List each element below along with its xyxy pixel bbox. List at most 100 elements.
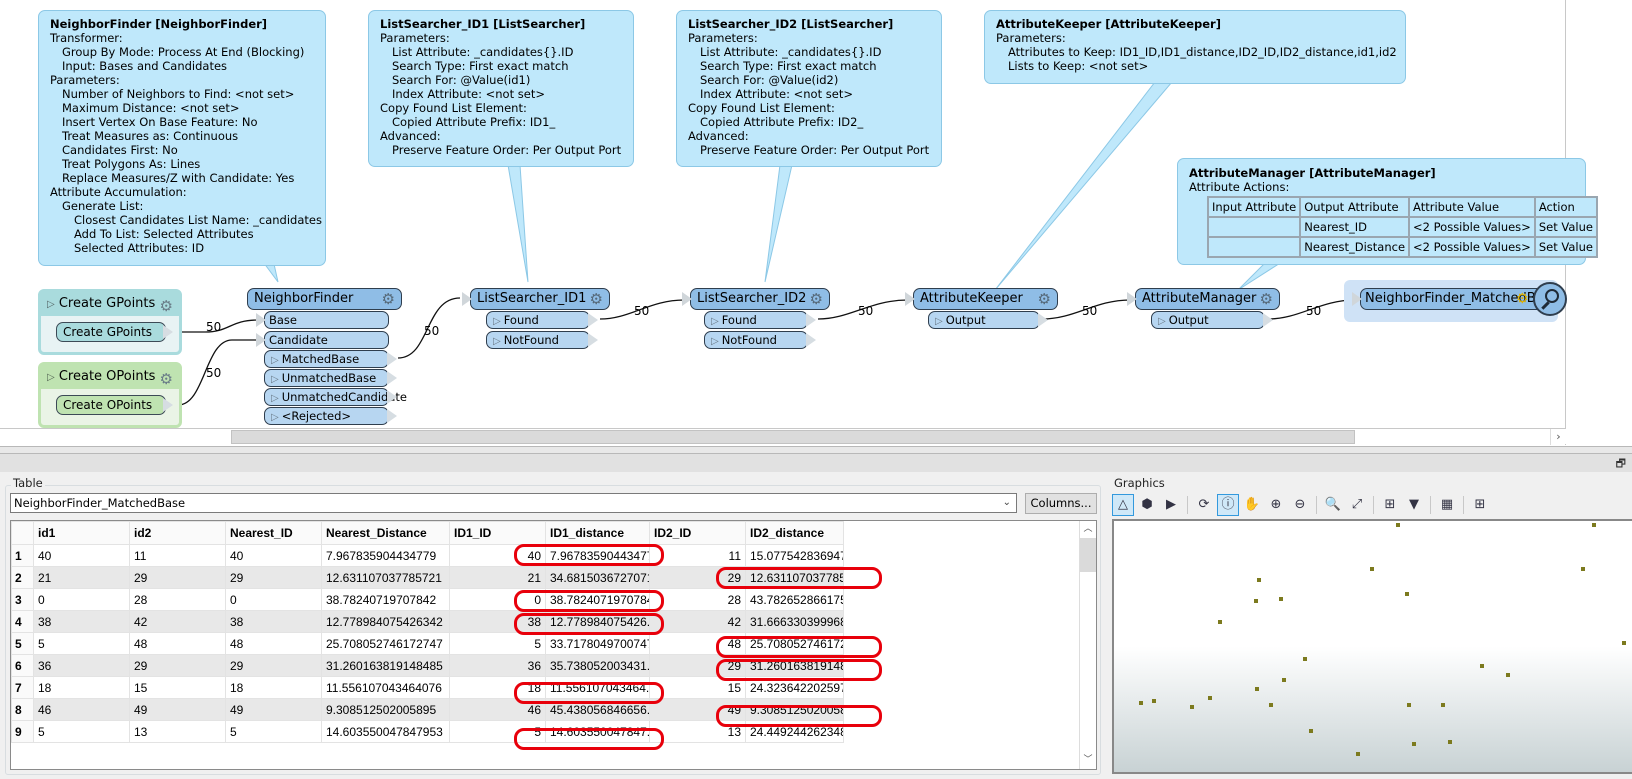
input-port-arrow[interactable]: [462, 292, 472, 306]
table-cell[interactable]: 49: [649, 698, 746, 721]
map-point[interactable]: [1479, 663, 1484, 668]
table-cell[interactable]: 29: [225, 566, 322, 589]
table-cell[interactable]: 0: [449, 588, 546, 611]
annotation-listsearcher-id2[interactable]: ListSearcher_ID2 [ListSearcher] Paramete…: [676, 10, 942, 167]
table-cell[interactable]: 38.78240719707842: [545, 588, 650, 611]
table-cell[interactable]: 40: [33, 544, 130, 567]
gear-icon[interactable]: ⚙: [1038, 289, 1051, 309]
table-cell[interactable]: 14.603550047847953: [321, 720, 450, 743]
table-cell[interactable]: 15: [129, 676, 226, 699]
row-number[interactable]: 9: [11, 720, 34, 743]
expand-triangle-icon[interactable]: ▷: [711, 316, 719, 327]
zoom-info-icon[interactable]: 🔍: [1322, 494, 1344, 516]
map-point[interactable]: [1257, 578, 1262, 583]
magnifier-icon[interactable]: [1533, 282, 1567, 316]
feature-type-select[interactable]: NeighborFinder_MatchedBase ⌄: [10, 493, 1017, 513]
table-cell[interactable]: 21: [449, 566, 546, 589]
gear-icon[interactable]: ⚙: [160, 294, 173, 318]
select-table-icon[interactable]: ⊞: [1379, 494, 1401, 516]
map-point[interactable]: [1411, 742, 1416, 747]
transformer-attributemanager[interactable]: AttributeManager ⚙: [1135, 288, 1280, 310]
table-cell[interactable]: 18: [33, 676, 130, 699]
output-port-output[interactable]: ▷ Output: [928, 311, 1040, 329]
table-cell[interactable]: 31.666330399968...: [745, 610, 844, 633]
output-port-arrow[interactable]: [163, 325, 173, 339]
map-point[interactable]: [1309, 728, 1314, 733]
table-cell[interactable]: 18: [225, 676, 322, 699]
table-cell[interactable]: 38: [225, 610, 322, 633]
transformer-listsearcher-id2[interactable]: ListSearcher_ID2 ⚙: [690, 288, 830, 310]
annotation-neighborfinder[interactable]: NeighborFinder [NeighborFinder] Transfor…: [38, 10, 326, 266]
expand-triangle-icon[interactable]: ▷: [271, 355, 279, 366]
table-cell[interactable]: 13: [649, 720, 746, 743]
table-cell[interactable]: 42: [129, 610, 226, 633]
map-point[interactable]: [1217, 620, 1222, 625]
table-cell[interactable]: 5: [225, 720, 322, 743]
map-point[interactable]: [1592, 523, 1597, 527]
output-port-unmatchedcandidate[interactable]: ▷ UnmatchedCandidate: [264, 388, 407, 406]
table-cell[interactable]: 11.556107043464...: [545, 676, 650, 699]
creator-create-opoints[interactable]: Create OPoints: [56, 395, 166, 415]
table-cell[interactable]: 12.778984075426342: [321, 610, 450, 633]
column-header[interactable]: ID2_distance: [745, 521, 844, 545]
table-cell[interactable]: 24.449244262348...: [745, 720, 844, 743]
table-vertical-scrollbar[interactable]: ︿ ﹀: [1079, 521, 1096, 769]
inspect-info-icon[interactable]: ⓘ: [1217, 494, 1239, 516]
map-point[interactable]: [1448, 740, 1453, 745]
table-cell[interactable]: 12.631107037785...: [745, 566, 844, 589]
map-point[interactable]: [1406, 703, 1411, 708]
map-point[interactable]: [1269, 703, 1274, 708]
table-cell[interactable]: 48: [129, 632, 226, 655]
expand-triangle-icon[interactable]: ▷: [493, 336, 501, 347]
map-point[interactable]: [1355, 751, 1360, 756]
gear-icon[interactable]: ⚙: [590, 289, 603, 309]
table-cell[interactable]: 18: [449, 676, 546, 699]
map-point[interactable]: [1254, 599, 1259, 604]
chevron-down-icon[interactable]: ⌄: [1003, 494, 1011, 512]
table-cell[interactable]: 31.260163819148485: [321, 654, 450, 677]
row-number[interactable]: 4: [11, 610, 34, 633]
map-point[interactable]: [1440, 703, 1445, 708]
table-cell[interactable]: 0: [225, 588, 322, 611]
workspace-canvas[interactable]: NeighborFinder [NeighborFinder] Transfor…: [0, 0, 1632, 450]
map-point[interactable]: [1151, 698, 1156, 703]
table-cell[interactable]: 40: [449, 544, 546, 567]
table-cell[interactable]: 48: [225, 632, 322, 655]
table-cell[interactable]: 11: [129, 544, 226, 567]
filter-icon[interactable]: ▼: [1403, 494, 1425, 516]
output-port-arrow[interactable]: [1038, 313, 1048, 327]
table-cell[interactable]: 25.708052746172...: [745, 632, 844, 655]
columns-button[interactable]: Columns...: [1025, 493, 1097, 514]
row-number[interactable]: 6: [11, 654, 34, 677]
table-row[interactable]: 6 36 29 29 31.260163819148485 36 35.7380520034…: [11, 654, 844, 677]
table-cell[interactable]: 46: [449, 698, 546, 721]
table-cell[interactable]: 38: [33, 610, 130, 633]
zoom-in-icon[interactable]: ⊕: [1265, 494, 1287, 516]
output-port-arrow[interactable]: [387, 371, 397, 385]
scroll-down-arrow-icon[interactable]: ﹀: [1080, 752, 1096, 769]
map-point[interactable]: [1208, 696, 1213, 701]
output-port-rejected[interactable]: ▷ <Rejected>: [264, 407, 389, 425]
table-cell[interactable]: 12.778984075426...: [545, 610, 650, 633]
map-point[interactable]: [1302, 656, 1307, 661]
annotation-attributekeeper[interactable]: AttributeKeeper [AttributeKeeper] Parame…: [984, 10, 1406, 84]
map-point[interactable]: [1505, 673, 1510, 678]
map-point[interactable]: [1369, 566, 1374, 571]
row-number[interactable]: 3: [11, 588, 34, 611]
output-port-output[interactable]: ▷ Output: [1151, 311, 1265, 329]
input-port-arrow[interactable]: [682, 292, 692, 306]
table-row[interactable]: 3 0 28 0 38.78240719707842 0 38.78240719707842…: [11, 588, 844, 611]
output-port-matchedbase[interactable]: ▷ MatchedBase: [264, 350, 389, 368]
output-port-found[interactable]: ▷ Found: [486, 311, 590, 329]
pan-hand-icon[interactable]: ✋: [1241, 494, 1263, 516]
input-port-arrow[interactable]: [1352, 292, 1362, 306]
table-cell[interactable]: 29: [129, 654, 226, 677]
output-port-found[interactable]: ▷ Found: [704, 311, 808, 329]
table-cell[interactable]: 9.308512502005895: [745, 698, 844, 721]
table-row[interactable]: 2 21 29 29 12.631107037785721 21 34.6815036727…: [11, 566, 844, 589]
bookmark-header[interactable]: ▷ Create GPoints ⚙: [41, 292, 179, 316]
transformer-neighborfinder[interactable]: NeighborFinder ⚙: [247, 288, 402, 310]
table-cell[interactable]: 42: [649, 610, 746, 633]
scrollbar-thumb[interactable]: [1080, 538, 1096, 572]
graphics-map-view[interactable]: [1112, 519, 1632, 774]
